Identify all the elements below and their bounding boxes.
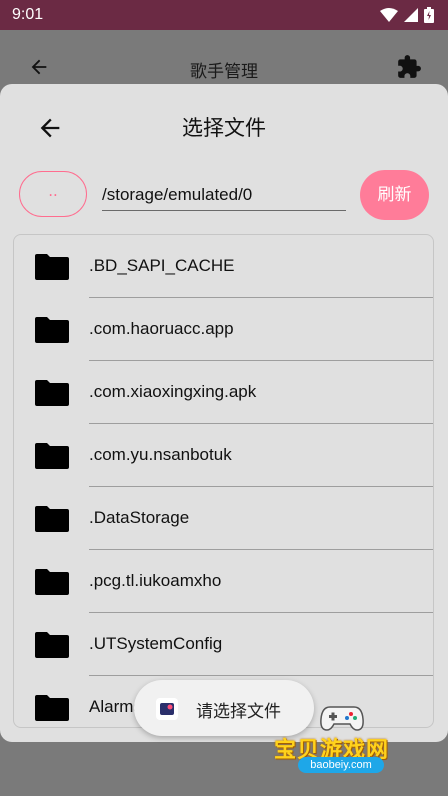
- file-list-item[interactable]: .DataStorage: [14, 487, 433, 550]
- folder-icon: [35, 317, 69, 343]
- status-time: 9:01: [12, 6, 44, 23]
- file-name: .com.xiaoxingxing.apk: [89, 382, 257, 401]
- path-input[interactable]: [102, 180, 346, 211]
- file-picker-dialog: 选择文件 .. 刷新 .BD_SAPI_CACHE .com.haoruacc.…: [0, 84, 448, 742]
- file-list: .BD_SAPI_CACHE .com.haoruacc.app .com.xi…: [13, 234, 434, 728]
- refresh-button[interactable]: 刷新: [360, 170, 429, 220]
- file-list-item[interactable]: .com.haoruacc.app: [14, 298, 433, 361]
- wifi-icon: [380, 8, 398, 22]
- folder-icon: [35, 254, 69, 280]
- folder-icon: [35, 380, 69, 406]
- background-app-title: 歌手管理: [190, 62, 258, 82]
- folder-icon: [35, 569, 69, 595]
- file-name: .com.haoruacc.app: [89, 319, 234, 338]
- file-list-item[interactable]: .pcg.tl.iukoamxho: [14, 550, 433, 613]
- game-controller-icon: [320, 706, 364, 731]
- app-icon: [156, 698, 178, 720]
- folder-icon: [35, 632, 69, 658]
- file-list-item[interactable]: .BD_SAPI_CACHE: [14, 235, 433, 298]
- folder-icon: [35, 443, 69, 469]
- status-icons: [380, 7, 434, 23]
- file-name: .BD_SAPI_CACHE: [89, 256, 235, 275]
- watermark-url: baobeiy.com: [298, 757, 384, 773]
- toast-text: 请选择文件: [196, 702, 281, 722]
- file-list-item[interactable]: .UTSystemConfig: [14, 613, 433, 676]
- folder-icon: [35, 506, 69, 532]
- parent-directory-button[interactable]: ..: [19, 171, 87, 217]
- file-list-item[interactable]: .com.yu.nsanbotuk: [14, 424, 433, 487]
- file-name: .com.yu.nsanbotuk: [89, 445, 232, 464]
- cellular-signal-icon: [404, 8, 418, 22]
- file-name: .UTSystemConfig: [89, 634, 223, 653]
- file-name: .pcg.tl.iukoamxho: [89, 571, 222, 590]
- dialog-title: 选择文件: [182, 116, 266, 140]
- file-name: .DataStorage: [89, 508, 190, 527]
- file-list-item[interactable]: .com.xiaoxingxing.apk: [14, 361, 433, 424]
- status-bar: 9:01: [0, 0, 448, 30]
- folder-icon: [35, 695, 69, 721]
- puzzle-piece-icon[interactable]: [396, 54, 422, 80]
- watermark: 宝贝游戏网 baobeiy.com: [272, 700, 442, 790]
- battery-icon: [424, 7, 434, 23]
